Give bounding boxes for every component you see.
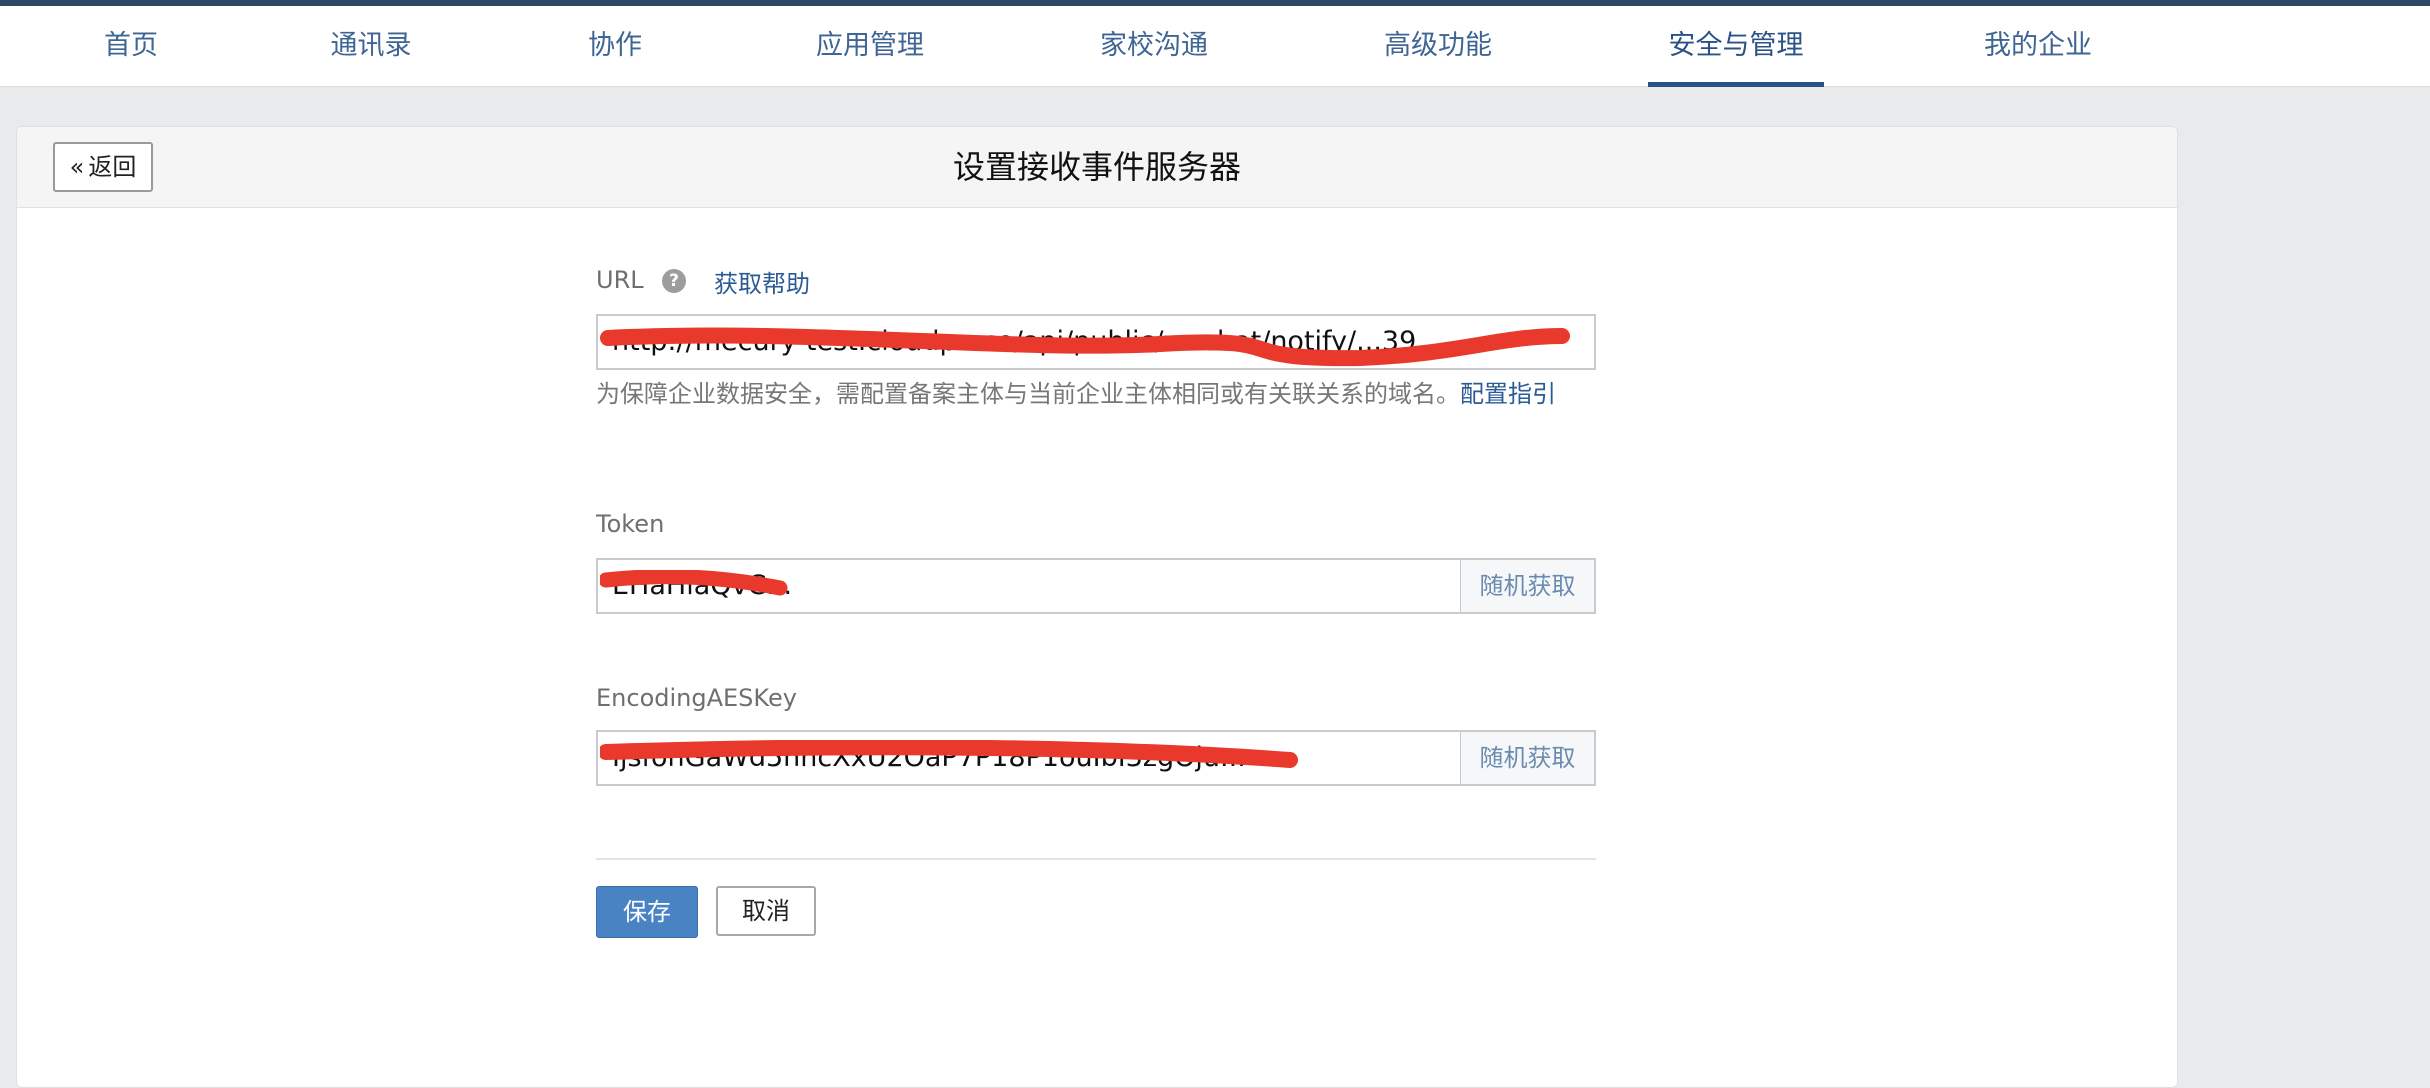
nav-item-home-school[interactable]: 家校沟通 — [1092, 6, 1216, 86]
token-random-button[interactable]: 随机获取 — [1460, 558, 1596, 614]
token-input[interactable]: EHaHiaQvC... — [596, 558, 1462, 614]
question-icon[interactable]: ? — [662, 269, 686, 293]
form-divider — [596, 858, 1596, 860]
url-label: URL — [596, 266, 644, 294]
back-button[interactable]: «返回 — [53, 142, 153, 192]
panel-header: 设置接收事件服务器 «返回 — [17, 127, 2177, 208]
config-guide-link[interactable]: 配置指引 — [1460, 380, 1556, 408]
save-button[interactable]: 保存 — [596, 886, 698, 938]
cancel-button[interactable]: 取消 — [716, 886, 816, 936]
url-note-text: 为保障企业数据安全，需配置备案主体与当前企业主体相同或有关联关系的域名。 — [596, 380, 1460, 408]
url-input[interactable]: http://mecury-test.cloudp...co/api/publi… — [596, 314, 1596, 370]
page-title: 设置接收事件服务器 — [952, 148, 1241, 186]
aes-random-button[interactable]: 随机获取 — [1460, 730, 1596, 786]
get-help-link[interactable]: 获取帮助 — [714, 264, 810, 299]
double-chevron-left-icon: « — [69, 153, 85, 181]
top-nav: 首页 通讯录 协作 应用管理 家校沟通 高级功能 安全与管理 我的企业 — [0, 6, 2430, 87]
token-label: Token — [596, 510, 665, 538]
nav-item-security[interactable]: 安全与管理 — [1660, 6, 1812, 86]
nav-item-collaboration[interactable]: 协作 — [580, 6, 650, 86]
back-button-label: 返回 — [88, 153, 137, 181]
nav-item-app-management[interactable]: 应用管理 — [808, 6, 932, 86]
nav-item-home[interactable]: 首页 — [96, 6, 166, 86]
nav-item-contacts[interactable]: 通讯录 — [326, 6, 416, 86]
nav-active-indicator — [1648, 82, 1824, 87]
aes-key-label: EncodingAESKey — [596, 684, 797, 712]
nav-item-my-enterprise[interactable]: 我的企业 — [1976, 6, 2100, 86]
aes-key-input[interactable]: IjsfohGaWd5hncXxU2OaP7P18P1ouIbI3zgOju..… — [596, 730, 1462, 786]
url-note: 为保障企业数据安全，需配置备案主体与当前企业主体相同或有关联关系的域名。配置指引 — [596, 374, 1596, 414]
nav-item-advanced[interactable]: 高级功能 — [1376, 6, 1500, 86]
